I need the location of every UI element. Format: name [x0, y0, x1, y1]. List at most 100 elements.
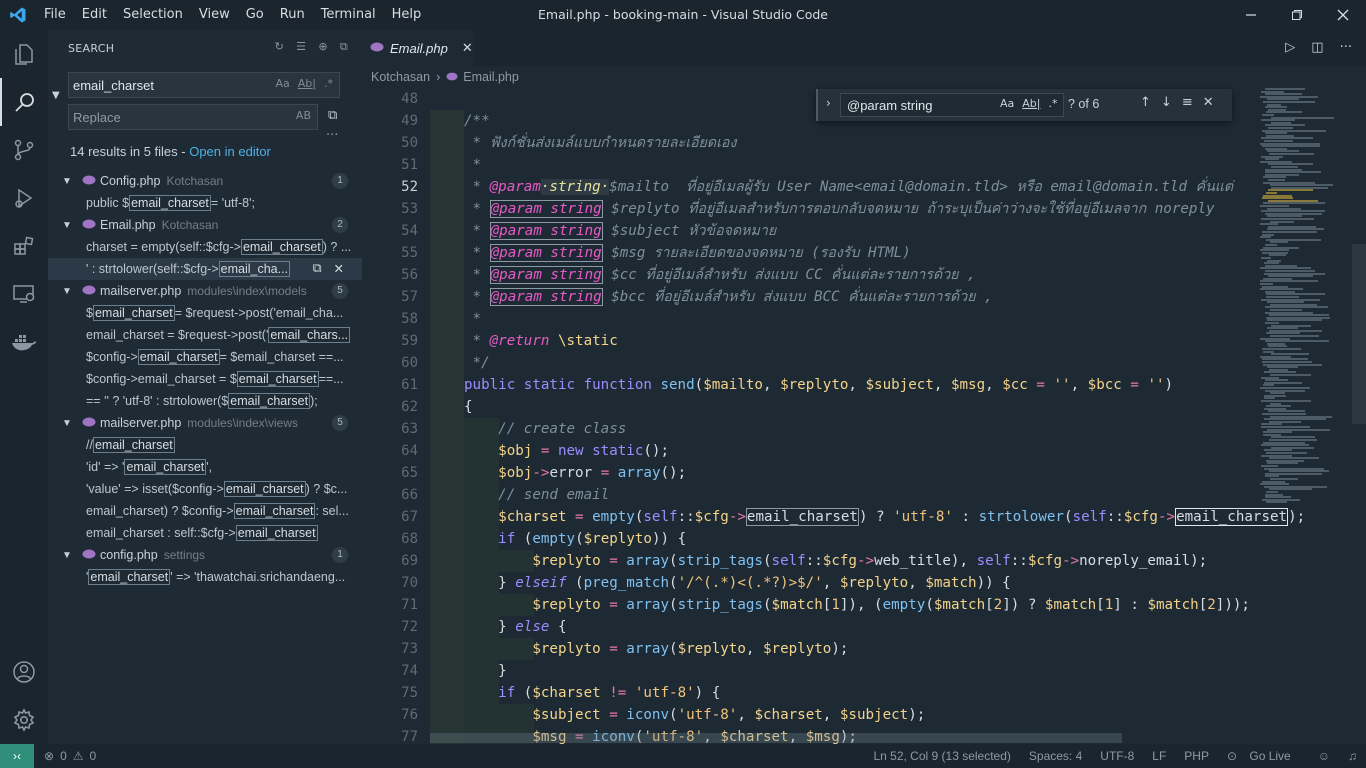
chevron-down-icon[interactable]: ▼ [62, 220, 76, 231]
result-match-row[interactable]: $config->email_charset = $email_charset … [48, 346, 362, 368]
find-regex-toggle[interactable]: .* [1048, 97, 1057, 110]
split-editor-icon[interactable]: ◫ [1311, 40, 1323, 55]
feedback-icon[interactable]: ☺ [1309, 749, 1339, 763]
run-file-icon[interactable]: ▷ [1285, 40, 1295, 55]
breadcrumb-folder[interactable]: Kotchasan [371, 70, 430, 84]
language-mode[interactable]: PHP [1175, 749, 1218, 763]
result-file-row[interactable]: ▼ Email.php Kotchasan 2 [48, 214, 362, 236]
close-window-button[interactable] [1320, 0, 1366, 30]
menu-edit[interactable]: Edit [74, 0, 115, 30]
result-match-row[interactable]: email_charset : self::$cfg-> email_charse… [48, 522, 362, 544]
go-live-button[interactable]: ⊙ Go Live [1218, 749, 1309, 763]
search-icon[interactable] [0, 78, 48, 126]
result-match-row[interactable]: email_charset = $request->post(' email_ch… [48, 324, 362, 346]
result-file-row[interactable]: ▼ config.php settings 1 [48, 544, 362, 566]
replace-all-icon[interactable]: ⧉ [328, 108, 337, 123]
result-match-row[interactable]: ' : strtolower(self::$cfg-> email_cha... ⧉… [48, 258, 362, 280]
chevron-down-icon[interactable]: ▼ [62, 286, 76, 297]
menu-terminal[interactable]: Terminal [313, 0, 384, 30]
find-match-word-toggle[interactable]: Ab| [1022, 97, 1040, 110]
result-match-row[interactable]: $ email_charset = $request->post('email_c… [48, 302, 362, 324]
result-file-row[interactable]: ▼ mailserver.php modules\index\views 5 [48, 412, 362, 434]
toggle-replace-chevron-icon[interactable]: › [826, 96, 831, 110]
result-match-row[interactable]: 'value' => isset($config-> email_charset)… [48, 478, 362, 500]
line-number: 65 [401, 465, 418, 481]
line-number: 71 [401, 597, 418, 613]
restore-button[interactable] [1274, 0, 1320, 30]
file-encoding[interactable]: UTF-8 [1091, 749, 1143, 763]
menu-file[interactable]: File [36, 0, 74, 30]
problems-indicator[interactable]: ⊗ 0 ⚠ 0 [44, 749, 96, 763]
find-match-case-toggle[interactable]: Aa [1000, 97, 1014, 110]
minimize-button[interactable] [1228, 0, 1274, 30]
minimap[interactable] [1256, 88, 1352, 508]
clear-results-icon[interactable]: ☰ [296, 40, 306, 54]
breadcrumb-file[interactable]: Email.php [463, 70, 519, 84]
code-line: if (empty($replyto)) { [430, 528, 1250, 550]
search-input[interactable] [73, 77, 273, 93]
regex-toggle[interactable]: .* [324, 77, 333, 90]
close-find-icon[interactable]: ✕ [1203, 95, 1214, 110]
preserve-case-toggle[interactable]: AB [296, 109, 311, 122]
toggle-replace-icon[interactable]: ▼ [52, 90, 66, 101]
replace-icon[interactable]: ⧉ [313, 261, 322, 276]
remote-explorer-icon[interactable] [0, 270, 48, 318]
result-file-row[interactable]: ▼ mailserver.php modules\index\models 5 [48, 280, 362, 302]
find-in-selection-icon[interactable]: ≡ [1182, 95, 1193, 110]
result-match-row[interactable]: public $ email_charset = 'utf-8'; [48, 192, 362, 214]
status-right: Ln 52, Col 9 (13 selected) Spaces: 4 UTF… [864, 744, 1366, 768]
open-in-editor-link[interactable]: Open in editor [189, 144, 271, 159]
code-line: if ($charset != 'utf-8') { [430, 682, 1250, 704]
replace-input[interactable] [73, 109, 273, 125]
result-match-row[interactable]: == '' ? 'utf-8' : strtolower($ email_char… [48, 390, 362, 412]
result-match-row[interactable]: $config->email_charset = $email_charset … [48, 368, 362, 390]
menu-run[interactable]: Run [272, 0, 313, 30]
next-match-icon[interactable]: ↓ [1161, 95, 1172, 110]
refresh-icon[interactable]: ↻ [275, 40, 285, 54]
menu-help[interactable]: Help [384, 0, 430, 30]
dismiss-icon[interactable]: ✕ [334, 261, 344, 276]
previous-match-icon[interactable]: ↑ [1140, 95, 1151, 110]
menu-view[interactable]: View [191, 0, 238, 30]
result-match-row[interactable]: // email_charset [48, 434, 362, 456]
code-editor[interactable]: 48 49 50 51 52 53 54 55 56 57 58 59 60 61 62 63 64 65 66 67… [362, 88, 1366, 744]
result-count-badge: 1 [332, 547, 348, 563]
result-file-row[interactable]: ▼ Config.php Kotchasan 1 [48, 170, 362, 192]
find-input[interactable] [847, 97, 997, 113]
code-line: $replyto = array(strip_tags($match[1]), … [430, 594, 1250, 616]
run-debug-icon[interactable] [0, 174, 48, 222]
find-widget: › Aa Ab| .* ? of 6 ↑ ↓ ≡ ✕ [816, 89, 1232, 121]
remote-indicator-icon[interactable]: ›‹ [0, 744, 34, 768]
accounts-icon[interactable] [0, 648, 48, 696]
tab-email-php[interactable]: Email.php ✕ [362, 30, 474, 66]
notifications-bell-icon[interactable]: ♫ [1339, 749, 1366, 763]
docker-icon[interactable] [0, 318, 48, 366]
menu-selection[interactable]: Selection [115, 0, 191, 30]
result-match-row[interactable]: ' email_charset ' => 'thawatchai.srichanda… [48, 566, 362, 588]
indentation[interactable]: Spaces: 4 [1020, 749, 1091, 763]
more-actions-icon[interactable]: ··· [1340, 40, 1352, 55]
menu-go[interactable]: Go [238, 0, 272, 30]
cursor-position[interactable]: Ln 52, Col 9 (13 selected) [864, 749, 1019, 763]
vertical-scrollbar[interactable] [1352, 88, 1366, 744]
settings-gear-icon[interactable] [0, 696, 48, 744]
extensions-icon[interactable] [0, 222, 48, 270]
toggle-details-icon[interactable]: ··· [326, 128, 338, 143]
result-match-row[interactable]: charset = empty(self::$cfg-> email_charse… [48, 236, 362, 258]
end-of-line[interactable]: LF [1143, 749, 1175, 763]
match-word-toggle[interactable]: Ab| [298, 77, 316, 90]
chevron-down-icon[interactable]: ▼ [62, 550, 76, 561]
collapse-all-icon[interactable]: ⧉ [340, 40, 348, 54]
new-search-editor-icon[interactable]: ⊕ [318, 40, 328, 54]
result-match-row[interactable]: 'id' => ' email_charset ', [48, 456, 362, 478]
result-match-row[interactable]: email_charset) ? $config-> email_charset … [48, 500, 362, 522]
chevron-down-icon[interactable]: ▼ [62, 418, 76, 429]
explorer-icon[interactable] [0, 30, 48, 78]
code-line: * [430, 308, 1250, 330]
scrollbar-thumb[interactable] [1352, 244, 1366, 424]
chevron-down-icon[interactable]: ▼ [62, 176, 76, 187]
horizontal-scrollbar[interactable] [430, 733, 1122, 743]
match-case-toggle[interactable]: Aa [276, 77, 290, 90]
close-tab-icon[interactable]: ✕ [462, 41, 473, 56]
source-control-icon[interactable] [0, 126, 48, 174]
